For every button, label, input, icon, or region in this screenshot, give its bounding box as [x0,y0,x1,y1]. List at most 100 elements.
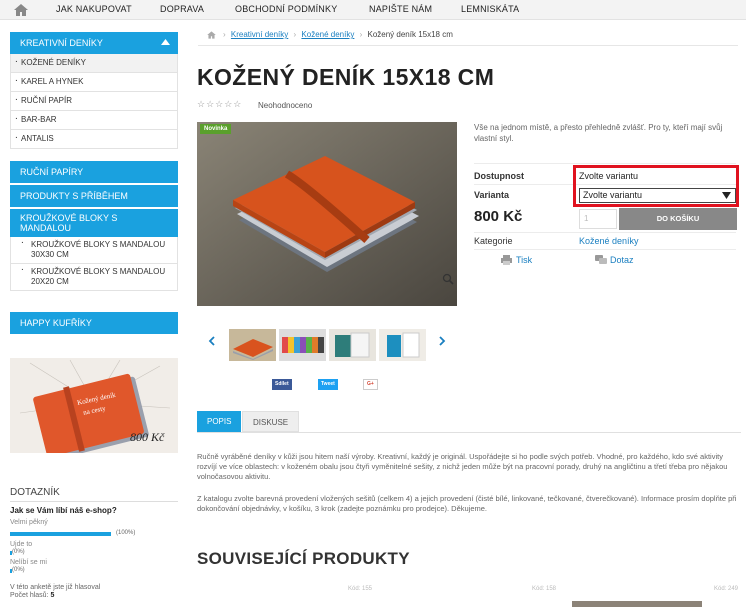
sidebar-category-produkty: PRODUKTY S PŘÍBĚHEM [10,185,178,207]
thumbnail[interactable] [329,329,376,361]
promo-price: 800 Kč [130,430,165,444]
poll-title: DOTAZNÍK [10,487,60,498]
poll-divider [10,501,178,502]
product-main-image[interactable] [197,122,457,306]
breadcrumb-separator: › [223,30,226,39]
nav-item-obchodni-podminky[interactable]: OBCHODNÍ PODMÍNKY [235,4,337,14]
poll-count-value: 5 [50,592,55,599]
product-photo [197,122,457,306]
poll-footer-voted: V této anketě jste již hlasoval [10,584,101,591]
ask-link[interactable]: Dotaz [595,255,634,265]
breadcrumb-separator: › [359,30,363,39]
thumbnail-image [379,329,426,361]
twitter-share-button[interactable]: Tweet [318,379,338,390]
poll-option-label[interactable]: Velmi pěkný [10,519,48,526]
sidebar-item-rucni-papiry[interactable]: RUČNÍ PAPÍRY [10,161,178,183]
thumbnail[interactable] [279,329,326,361]
zoom-icon[interactable] [442,273,454,285]
sidebar-subitem-bar-bar[interactable]: BAR-BAR [10,108,178,130]
variant-highlight-box [573,165,739,207]
poll-option-pct: (0%) [12,549,25,555]
product-price: 800 Kč [474,208,523,225]
facebook-share-button[interactable]: Sdílet [272,379,292,390]
related-products-title: SOUVISEJÍCÍ PRODUKTY [197,549,410,568]
quantity-input[interactable]: 1 [579,209,617,229]
breadcrumb: › Kreativní deníky › Kožené deníky › Kož… [220,30,453,39]
promo-banner[interactable]: Kožený deník na cesty 800 Kč [10,358,178,453]
sidebar-category-happy-kufriky: HAPPY KUFŘÍKY [10,312,178,334]
breadcrumb-link-kreativni-deniky[interactable]: Kreativní deníky [231,30,288,39]
sidebar-subitem-kozene-deniky[interactable]: KOŽENÉ DENÍKY [10,51,178,73]
category-link[interactable]: Kožené deníky [579,236,639,246]
thumbnail[interactable] [379,329,426,361]
sidebar-item-produkty-s-pribehem[interactable]: PRODUKTY S PŘÍBĚHEM [10,185,178,207]
top-navigation: JAK NAKUPOVAT DOPRAVA OBCHODNÍ PODMÍNKY … [0,0,746,20]
sidebar-item-happy-kufriky[interactable]: HAPPY KUFŘÍKY [10,312,178,334]
sidebar-subitem-karel-a-hynek[interactable]: KAREL A HYNEK [10,70,178,92]
nav-item-napiste-nam[interactable]: NAPIŠTE NÁM [369,4,432,14]
gplus-share-button[interactable]: G+ [363,379,378,390]
category-label: Kategorie [474,236,513,246]
rating-text: Neohodnoceno [258,101,313,110]
print-link[interactable]: Tisk [501,255,533,265]
thumbnail-image [329,329,376,361]
chevron-left-icon[interactable] [208,336,216,346]
breadcrumb-link-kozene-deniky[interactable]: Kožené deníky [301,30,354,39]
sidebar-item-kreativni-deniky[interactable]: KREATIVNÍ DENÍKY [10,32,178,54]
short-description: Vše na jednom místě, a přesto přehledně … [474,123,723,143]
tab-diskuse[interactable]: DISKUSE [242,411,300,432]
sidebar-subitem-krouzkove-20[interactable]: KROUŽKOVÉ BLOKY S MANDALOU 20X20 CM [10,263,178,291]
thumbnail-image [279,329,326,361]
chevron-right-icon[interactable] [438,336,446,346]
sidebar-category-kreativni-deniky: KREATIVNÍ DENÍKY KOŽENÉ DENÍKY KAREL A H… [10,32,178,149]
rating-stars[interactable]: ☆☆☆☆☆ [197,99,242,110]
poll-question: Jak se Vám líbí náš e-shop? [10,506,117,515]
poll-option-pct: (0%) [12,567,25,573]
sidebar-subitem-krouzkove-30[interactable]: KROUŽKOVÉ BLOKY S MANDALOU 30X30 CM [10,236,178,264]
nav-item-jak-nakupovat[interactable]: JAK NAKUPOVAT [56,4,132,14]
sidebar-category-rucni-papiry: RUČNÍ PAPÍRY [10,161,178,183]
new-badge: Novinka [200,124,232,134]
thumbnail[interactable] [229,329,276,361]
availability-label: Dostupnost [474,171,524,181]
chevron-up-icon [161,39,170,45]
ask-label: Dotaz [610,255,634,265]
related-product-code: Kód: 155 [348,586,373,592]
thumbnail-image [229,329,276,361]
poll-option-label[interactable]: Nelíbí se mi [10,559,47,566]
description-paragraph-2: Z katalogu zvolte barevná provedení vlož… [197,494,737,513]
add-to-cart-button[interactable]: DO KOŠÍKU [619,208,737,230]
breadcrumb-current: Kožený deník 15x18 cm [367,30,453,39]
home-icon[interactable] [206,30,217,40]
product-title: KOŽENÝ DENÍK 15X18 CM [197,64,495,90]
sidebar-category-krouzkove-bloky: KROUŽKOVÉ BLOKY S MANDALOU KROUŽKOVÉ BLO… [10,209,178,291]
poll-count-label: Počet hlasů: [10,592,49,599]
detail-divider [474,232,736,233]
related-product-code: Kód: 158 [532,586,557,592]
breadcrumb-divider [198,45,738,46]
detail-divider [474,249,736,250]
tab-popis[interactable]: POPIS [197,411,242,432]
print-label: Tisk [516,255,533,265]
detail-divider [474,163,736,164]
printer-icon [501,255,512,265]
poll-option-label[interactable]: Ujde to [10,541,32,548]
promo-image: Kožený deník na cesty 800 Kč [10,358,178,453]
nav-item-lemniskata[interactable]: LEMNISKÁTA [461,4,519,14]
home-icon[interactable] [12,2,30,18]
description-paragraph-1: Ručně vyráběné deníky v kůži jsou hitem … [197,452,728,481]
sidebar-item-label: KREATIVNÍ DENÍKY [20,38,103,48]
variant-label: Varianta [474,190,510,200]
poll-footer-count: Počet hlasů: 5 [10,592,54,599]
sidebar-subitem-rucni-papir[interactable]: RUČNÍ PAPÍR [10,89,178,111]
related-product-code: Kód: 249 [714,586,739,592]
sidebar-item-krouzkove-bloky[interactable]: KROUŽKOVÉ BLOKY S MANDALOU [10,209,178,237]
nav-item-doprava[interactable]: DOPRAVA [160,4,204,14]
chat-icon [595,255,607,264]
breadcrumb-separator: › [293,30,297,39]
poll-option-bar [10,532,111,536]
related-product-image[interactable] [572,601,702,607]
sidebar-subitem-antalis[interactable]: ANTALIS [10,127,178,149]
poll-option-pct: (100%) [116,530,136,536]
tabs-divider [197,432,741,433]
